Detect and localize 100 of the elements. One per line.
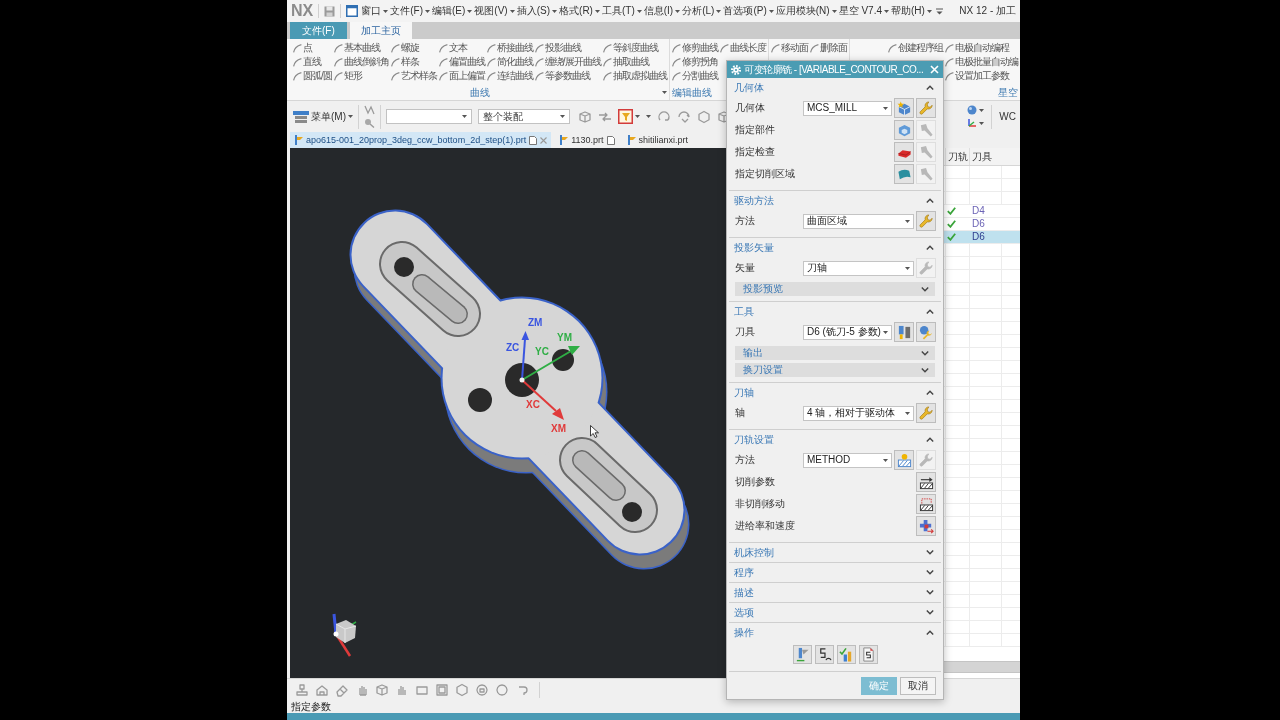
section-header[interactable]: 刀轴 bbox=[729, 383, 941, 402]
new-geometry-button[interactable] bbox=[894, 98, 914, 118]
ribbon-command[interactable]: 修剪曲线 bbox=[671, 41, 718, 55]
section-header[interactable]: 程序 bbox=[729, 563, 941, 582]
section-header[interactable]: 选项 bbox=[729, 603, 941, 622]
sphere-icon[interactable] bbox=[967, 105, 978, 115]
list-button[interactable] bbox=[858, 644, 878, 664]
hexagon-icon[interactable] bbox=[697, 109, 711, 124]
ribbon-command[interactable]: 文本 bbox=[438, 41, 485, 55]
edit-button[interactable] bbox=[916, 211, 936, 231]
frame-icon[interactable] bbox=[435, 682, 449, 697]
window-icon[interactable] bbox=[346, 5, 359, 17]
customize-icon[interactable] bbox=[935, 7, 943, 15]
stamp-icon[interactable] bbox=[295, 682, 309, 697]
ribbon-command[interactable]: 直线 bbox=[293, 55, 332, 69]
rotate-icon[interactable] bbox=[677, 109, 691, 124]
menu-item[interactable]: 星空 V7.4 bbox=[837, 3, 890, 19]
ribbon-command[interactable]: 等斜度曲线 bbox=[602, 41, 667, 55]
dropdown[interactable]: 刀轴 bbox=[803, 260, 914, 276]
ribbon-command[interactable]: 创建程序组 bbox=[888, 41, 943, 55]
ribbon-command[interactable]: 移动面 bbox=[770, 41, 808, 55]
select-area-button[interactable] bbox=[894, 164, 914, 184]
magnifier-icon[interactable] bbox=[364, 118, 375, 128]
ribbon-command[interactable]: 曲线倒斜角 bbox=[333, 55, 389, 69]
cancel-button[interactable]: 取消 bbox=[900, 676, 936, 695]
menu-item[interactable]: 插入(S) bbox=[515, 3, 559, 19]
subsection-header[interactable]: 投影预览 bbox=[735, 282, 935, 296]
rotate-icon[interactable] bbox=[657, 109, 671, 124]
axes-icon[interactable] bbox=[967, 118, 978, 128]
ribbon-command[interactable]: 连结曲线 bbox=[486, 69, 533, 83]
dropdown[interactable]: 4 轴，相对于驱动体 bbox=[803, 405, 914, 421]
close-icon[interactable] bbox=[540, 136, 548, 144]
menu-item[interactable]: 应用模块(N) bbox=[774, 3, 838, 19]
ribbon-command[interactable]: 缠绕/展开曲线 bbox=[534, 55, 601, 69]
menu-item[interactable]: 窗口 bbox=[360, 3, 390, 19]
menu-item[interactable]: 分析(L) bbox=[681, 3, 723, 19]
filter-icon[interactable] bbox=[618, 109, 633, 124]
section-header[interactable]: 工具 bbox=[729, 302, 941, 321]
ribbon-command[interactable]: 电极自动编程 bbox=[945, 41, 1018, 55]
subsection-header[interactable]: 输出 bbox=[735, 346, 935, 360]
dropdown[interactable]: METHOD bbox=[803, 452, 892, 468]
section-header[interactable]: 驱动方法 bbox=[729, 191, 941, 210]
zigzag-icon[interactable] bbox=[364, 105, 375, 115]
menu-item[interactable]: 格式(R) bbox=[558, 3, 601, 19]
ribbon-tab[interactable]: 加工主页 bbox=[349, 22, 412, 39]
edit-button[interactable] bbox=[916, 403, 936, 423]
subsection-header[interactable]: 换刀设置 bbox=[735, 363, 935, 377]
edit-tool-button[interactable] bbox=[916, 322, 936, 342]
scope-dropdown[interactable]: 整个装配 bbox=[478, 109, 570, 124]
column-header[interactable]: 刀具 bbox=[969, 148, 1001, 165]
ribbon-command[interactable]: 抽取曲线 bbox=[602, 55, 667, 69]
ribbon-command[interactable]: 电极批量自动编 bbox=[945, 55, 1018, 69]
ribbon-command[interactable]: 曲线长度 bbox=[719, 41, 766, 55]
select-check-button[interactable] bbox=[894, 142, 914, 162]
verify-button[interactable] bbox=[836, 644, 856, 664]
dropdown[interactable]: MCS_MILL bbox=[803, 100, 892, 116]
ribbon-command[interactable]: 艺术样条 bbox=[390, 69, 437, 83]
ribbon-command[interactable]: 简化曲线 bbox=[486, 55, 533, 69]
ribbon-command[interactable]: 修剪拐角 bbox=[671, 55, 718, 69]
ribbon-command[interactable]: 偏置曲线 bbox=[438, 55, 485, 69]
replay-button[interactable] bbox=[814, 644, 834, 664]
ribbon-command[interactable]: 样条 bbox=[390, 55, 437, 69]
non-cutting-moves-button[interactable] bbox=[916, 494, 936, 514]
ribbon-command[interactable]: 投影曲线 bbox=[534, 41, 601, 55]
file-tab[interactable]: apo615-001_20prop_3deg_ccw_bottom_2d_step(1).prt bbox=[290, 132, 552, 148]
ribbon-command[interactable]: 点 bbox=[293, 41, 332, 55]
ribbon-command[interactable]: 抽取虚拟曲线 bbox=[602, 69, 667, 83]
column-header[interactable]: 刀轨 bbox=[945, 148, 969, 165]
new-tool-button[interactable] bbox=[894, 322, 914, 342]
section-header[interactable]: 描述 bbox=[729, 583, 941, 602]
ribbon-command[interactable]: 基本曲线 bbox=[333, 41, 389, 55]
menu-item[interactable]: 文件(F) bbox=[389, 3, 431, 19]
menu-item[interactable]: 帮助(H) bbox=[890, 3, 933, 19]
ribbon-command[interactable]: 矩形 bbox=[333, 69, 389, 83]
feeds-speeds-button[interactable] bbox=[916, 516, 936, 536]
type-filter-dropdown[interactable] bbox=[386, 109, 472, 124]
section-header[interactable]: 投影矢量 bbox=[729, 238, 941, 257]
menu-button[interactable]: 菜单(M) bbox=[293, 109, 353, 124]
ribbon-command[interactable]: 圆弧/圆 bbox=[293, 69, 332, 83]
menu-item[interactable]: 首选项(P) bbox=[722, 3, 775, 19]
ribbon-command[interactable]: 桥接曲线 bbox=[486, 41, 533, 55]
section-header[interactable]: 机床控制 bbox=[729, 543, 941, 562]
menu-item[interactable]: 工具(T) bbox=[600, 3, 643, 19]
cube-icon[interactable] bbox=[375, 682, 389, 697]
select-part-button[interactable] bbox=[894, 120, 914, 140]
ribbon-command[interactable]: 分割曲线 bbox=[671, 69, 718, 83]
section-header[interactable]: 刀轨设置 bbox=[729, 430, 941, 449]
file-tab[interactable]: shitilianxi.prt bbox=[622, 132, 693, 148]
menu-item[interactable]: 视图(V) bbox=[473, 3, 516, 19]
section-header[interactable]: 几何体 bbox=[729, 78, 941, 97]
cube-icon[interactable] bbox=[578, 109, 592, 124]
save-icon[interactable] bbox=[324, 5, 336, 17]
ribbon-command[interactable]: 删除面 bbox=[809, 41, 847, 55]
dropdown[interactable]: 曲面区域 bbox=[803, 213, 914, 229]
dropdown[interactable]: D6 (铣刀-5 参数) bbox=[803, 324, 892, 340]
file-tab[interactable]: 1130.prt bbox=[555, 132, 619, 148]
cut-parameters-button[interactable] bbox=[916, 472, 936, 492]
edit-button[interactable] bbox=[916, 98, 936, 118]
ribbon-command[interactable]: 螺旋 bbox=[390, 41, 437, 55]
section-header[interactable]: 操作 bbox=[729, 623, 941, 642]
